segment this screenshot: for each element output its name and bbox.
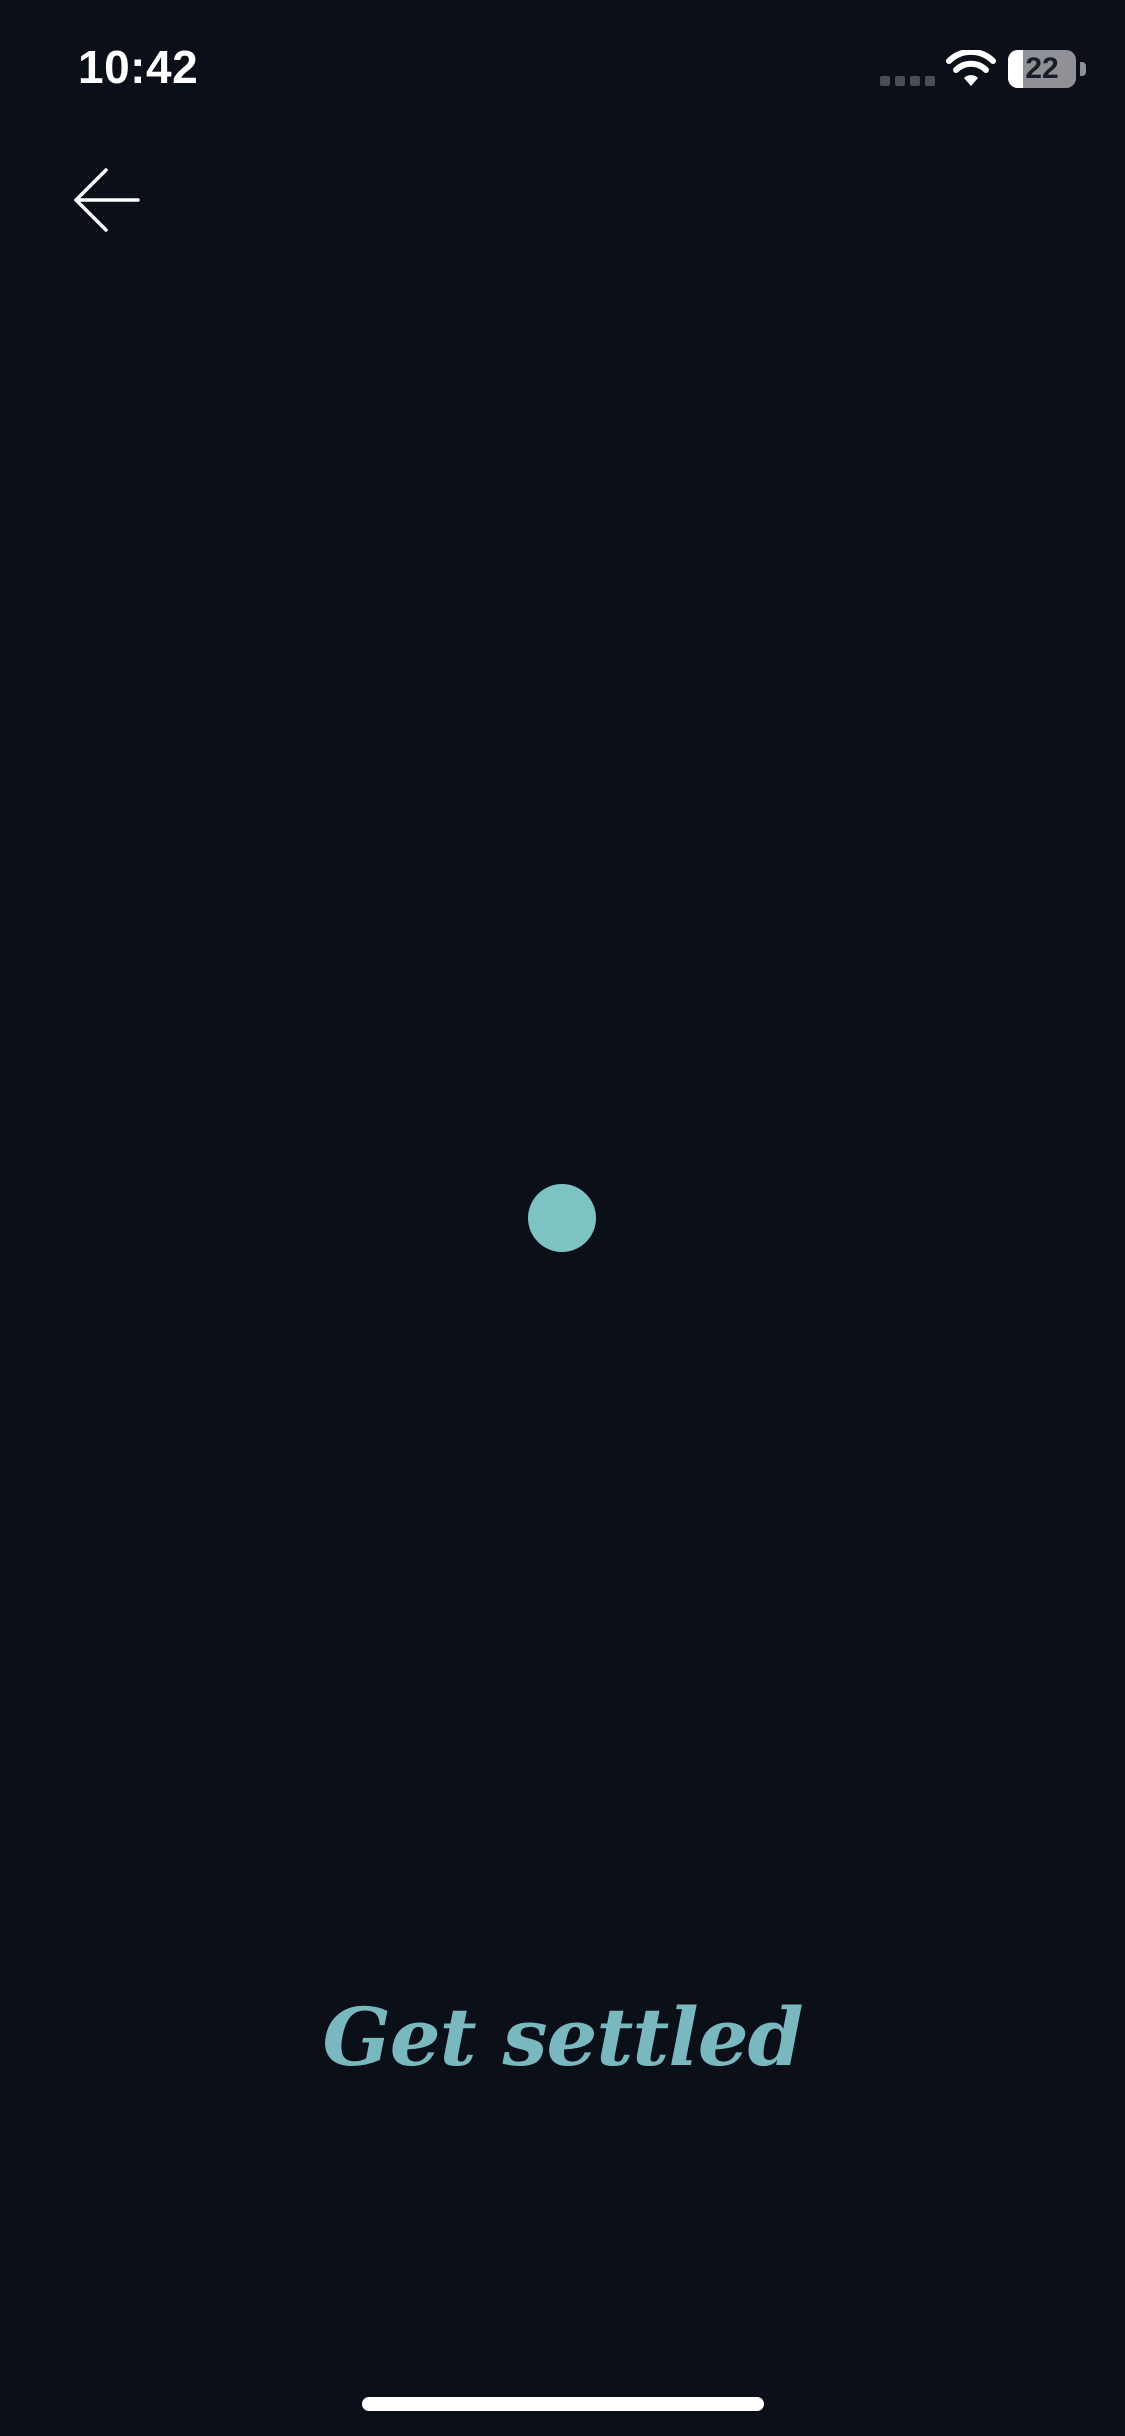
screen: 10:42 22 Get settled (0, 0, 1125, 2436)
breathing-dot (528, 1184, 596, 1252)
arrow-left-icon (74, 168, 140, 232)
wifi-icon (946, 50, 996, 86)
home-indicator[interactable] (362, 2397, 764, 2411)
battery-body: 22 (1008, 50, 1076, 88)
page-title: Get settled (322, 1990, 803, 2084)
status-time: 10:42 (78, 41, 199, 93)
back-button[interactable] (56, 150, 156, 250)
battery-level: 22 (1025, 52, 1059, 85)
battery-icon: 22 (1008, 50, 1088, 88)
status-bar: 10:42 22 (0, 0, 1125, 140)
battery-nub (1080, 62, 1086, 76)
cellular-signal-icon (880, 76, 935, 86)
